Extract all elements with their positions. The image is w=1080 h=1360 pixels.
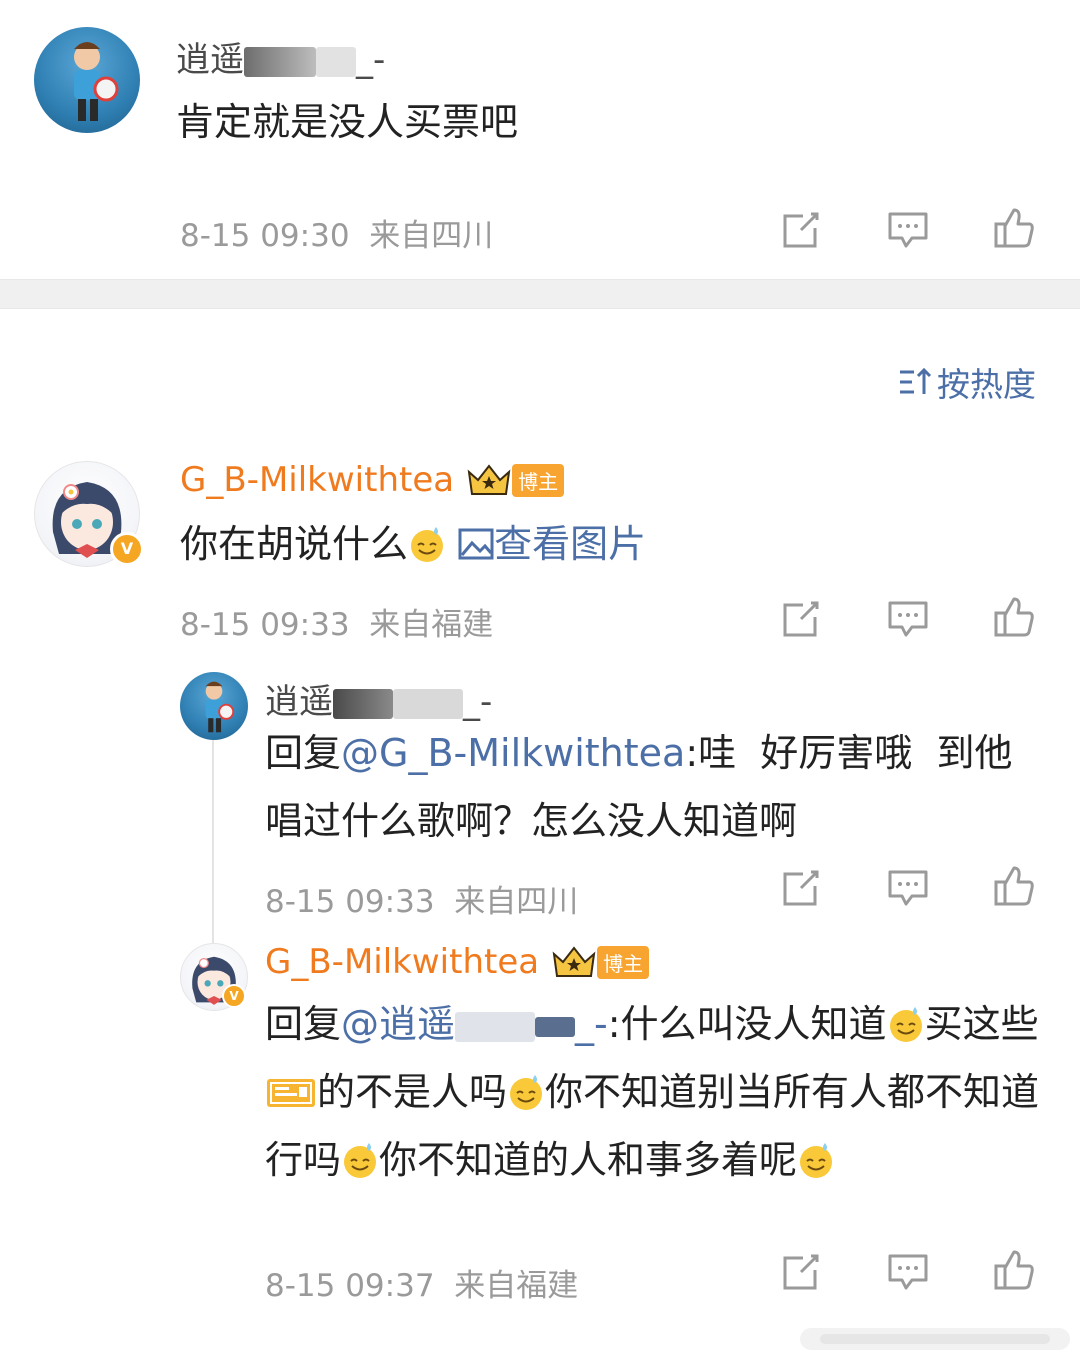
reply-prefix: 回复 <box>265 1002 342 1046</box>
username-text[interactable]: G_B-Milkwithtea <box>265 942 539 982</box>
view-image-label[interactable]: 查看图片 <box>494 522 646 566</box>
redacted-name-mask <box>393 688 463 719</box>
comment-location: 来自福建 <box>369 607 494 643</box>
comment-text: 肯定就是没人买票吧 <box>176 100 519 144</box>
comment-icon[interactable] <box>886 1250 930 1294</box>
section-divider <box>0 279 1080 309</box>
like-icon[interactable] <box>992 206 1036 250</box>
reply-text-part: 你不知道的人和事多着呢 <box>379 1138 798 1182</box>
share-icon[interactable] <box>779 1250 823 1294</box>
redacted-name-mask <box>455 1011 536 1042</box>
sort-icon <box>900 367 932 394</box>
redacted-name-mask <box>244 46 316 77</box>
comment-text-content: 你在胡说什么 <box>180 522 409 566</box>
sort-label: 按热度 <box>937 365 1036 404</box>
comment-icon[interactable] <box>886 866 930 910</box>
comment-icon[interactable] <box>886 208 930 252</box>
crown-icon <box>552 946 596 977</box>
comment-icon[interactable] <box>886 597 930 641</box>
ticket-icon <box>267 1079 315 1107</box>
sweat-smile-emoji-icon <box>411 527 444 562</box>
username-tail: _- <box>463 682 493 722</box>
blogger-badge: 博主 <box>597 945 650 979</box>
blogger-badge: 博主 <box>512 463 565 497</box>
username-tail: _- <box>356 40 386 80</box>
username[interactable]: G_B-Milkwithtea 博主 <box>265 942 650 982</box>
reply-text: 回复@逍遥 _-:什么叫没人知道 买这些 的不是人吗 你不知道别当所有人都不知道行… <box>265 990 1045 1194</box>
thread-connector <box>212 740 214 950</box>
avatar[interactable] <box>34 27 140 133</box>
verified-badge-icon: V <box>110 532 144 566</box>
share-icon[interactable] <box>779 866 823 910</box>
reply-location: 来自四川 <box>454 884 579 920</box>
sort-by-hot-button[interactable]: 按热度 <box>897 360 1036 404</box>
reply-text-part: :什么叫没人知道 <box>607 1002 887 1046</box>
sweat-smile-emoji-icon <box>510 1075 543 1110</box>
username[interactable]: 逍遥 _- <box>265 674 492 723</box>
like-icon[interactable] <box>992 595 1036 639</box>
comment-location: 来自四川 <box>369 218 494 254</box>
reply-location: 来自福建 <box>454 1268 579 1304</box>
crown-icon <box>467 464 511 495</box>
reply-time: 8-15 09:33 <box>265 884 435 920</box>
horizontal-scrollbar[interactable] <box>800 1328 1070 1350</box>
username-text[interactable]: 逍遥 <box>265 682 333 722</box>
username-text[interactable]: G_B-Milkwithtea <box>180 460 454 500</box>
share-icon[interactable] <box>779 597 823 641</box>
reply-meta: 8-15 09:37 来自福建 <box>265 1260 578 1305</box>
username[interactable]: G_B-Milkwithtea 博主 <box>180 460 565 500</box>
redacted-name-mask <box>333 688 393 719</box>
comment-meta: 8-15 09:30 来自四川 <box>180 210 493 255</box>
reply-prefix: 回复 <box>265 731 342 775</box>
sweat-smile-emoji-icon <box>344 1143 377 1178</box>
view-image-link[interactable]: 查看图片 <box>458 522 646 566</box>
reply-text-part: 的不是人吗 <box>317 1070 508 1114</box>
comment-meta: 8-15 09:33 来自福建 <box>180 599 493 644</box>
verified-badge-icon: V <box>222 984 246 1008</box>
mention-text[interactable]: @逍遥 <box>341 1002 455 1046</box>
scrollbar-ticks <box>820 1334 1050 1344</box>
mention-tail: _- <box>575 1002 608 1046</box>
reply-time: 8-15 09:37 <box>265 1268 435 1304</box>
reply-meta: 8-15 09:33 来自四川 <box>265 876 578 921</box>
like-icon[interactable] <box>992 1248 1036 1292</box>
username-text[interactable]: 逍遥 <box>176 40 244 80</box>
comment-text: 你在胡说什么 查看图片 <box>180 510 646 578</box>
share-icon[interactable] <box>779 208 823 252</box>
reply-text: 回复@G_B-Milkwithtea:哇 好厉害哦 到他唱过什么歌啊？怎么没人知… <box>265 719 1045 855</box>
redacted-name-mask <box>535 1016 576 1037</box>
mention-link[interactable]: @逍遥 _- <box>341 1002 608 1046</box>
comment-time: 8-15 09:30 <box>180 218 350 254</box>
reply-text-part: 买这些 <box>924 1002 1039 1046</box>
sweat-smile-emoji-icon <box>889 1007 922 1042</box>
mention-link[interactable]: @G_B-Milkwithtea <box>341 731 685 775</box>
sweat-smile-emoji-icon <box>800 1143 833 1178</box>
avatar[interactable] <box>180 672 248 740</box>
username[interactable]: 逍遥 _- <box>176 32 385 81</box>
comment-time: 8-15 09:33 <box>180 607 350 643</box>
like-icon[interactable] <box>992 864 1036 908</box>
image-icon <box>458 528 494 560</box>
redacted-name-mask <box>316 46 356 77</box>
